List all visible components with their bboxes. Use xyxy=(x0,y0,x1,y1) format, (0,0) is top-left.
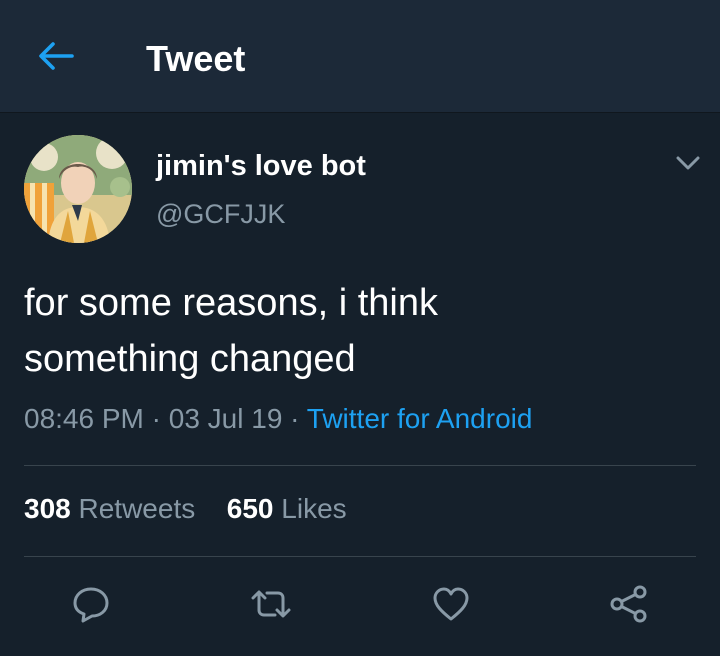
tweet-actions xyxy=(0,581,720,641)
tweet-meta: 08:46 PM · 03 Jul 19 · Twitter for Andro… xyxy=(24,399,532,439)
meta-separator: · xyxy=(290,403,300,434)
divider xyxy=(24,556,696,557)
meta-separator: · xyxy=(151,403,161,434)
divider xyxy=(24,465,696,466)
chevron-down-icon xyxy=(676,156,700,175)
retweet-label: Retweets xyxy=(78,493,196,524)
tweet-stats: 308 Retweets 650 Likes xyxy=(24,489,347,529)
tweet-detail: jimin's love bot @GCFJJK for some reason… xyxy=(0,113,720,656)
tweet-date: 03 Jul 19 xyxy=(168,403,283,434)
tweet-options-button[interactable] xyxy=(672,151,704,179)
like-count: 650 xyxy=(226,493,274,524)
share-button[interactable] xyxy=(604,581,654,631)
retweet-button[interactable] xyxy=(246,581,296,631)
avatar[interactable] xyxy=(24,135,132,243)
display-name[interactable]: jimin's love bot xyxy=(156,149,366,183)
tweet-text-line: something changed xyxy=(24,338,356,380)
likes-stat[interactable]: 650 Likes xyxy=(227,489,347,529)
top-app-bar: Tweet xyxy=(0,0,720,113)
back-button[interactable] xyxy=(34,38,78,78)
like-label: Likes xyxy=(281,493,347,524)
user-handle[interactable]: @GCFJJK xyxy=(156,198,285,230)
tweet-text: for some reasons, i think something chan… xyxy=(24,275,694,387)
tweet-text-line: for some reasons, i think xyxy=(24,282,438,324)
page-title: Tweet xyxy=(146,38,246,79)
heart-icon xyxy=(431,586,471,627)
retweets-stat[interactable]: 308 Retweets xyxy=(24,489,195,529)
arrow-left-icon xyxy=(38,41,74,76)
reply-button[interactable] xyxy=(66,581,116,631)
tweet-source-link[interactable]: Twitter for Android xyxy=(307,403,533,434)
retweet-icon xyxy=(249,586,293,627)
tweet-time: 08:46 PM xyxy=(24,403,144,434)
like-button[interactable] xyxy=(426,581,476,631)
share-icon xyxy=(609,584,649,629)
retweet-count: 308 xyxy=(24,493,71,524)
reply-icon xyxy=(71,585,111,628)
